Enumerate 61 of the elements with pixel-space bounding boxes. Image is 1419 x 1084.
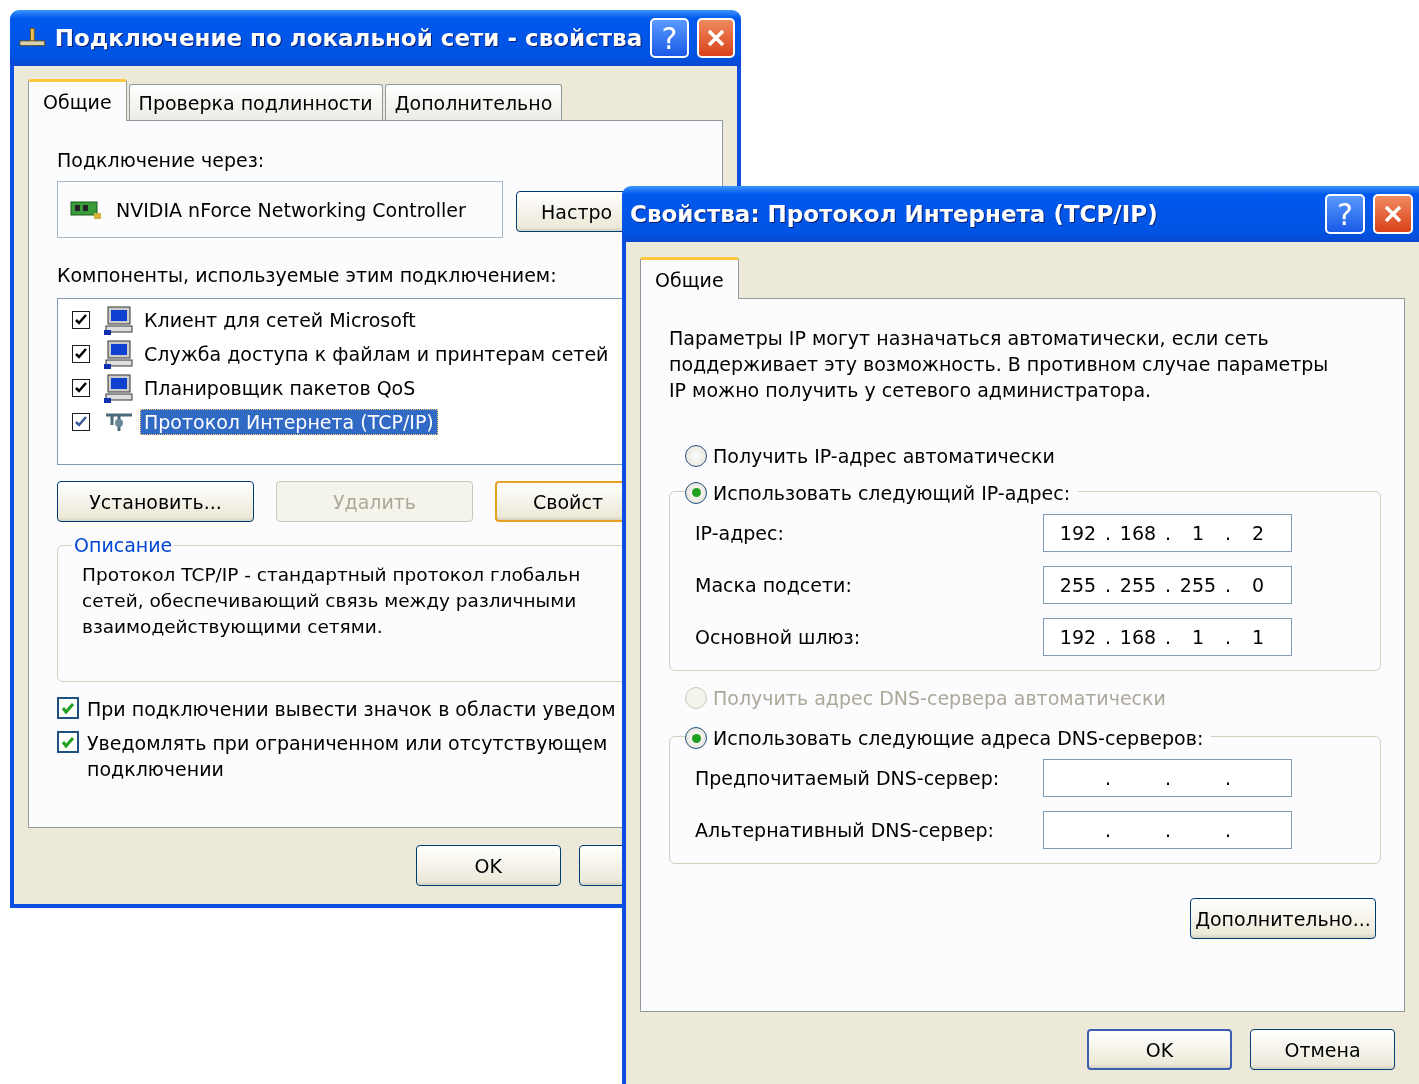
close-icon [1382, 203, 1404, 225]
checkbox[interactable] [57, 697, 79, 719]
field-label: IP-адрес: [695, 521, 784, 544]
radio-label: Получить IP-адрес автоматически [713, 445, 1055, 467]
radio-label: Использовать следующие адреса DNS-серверов: [713, 727, 1204, 749]
checkbox[interactable] [72, 311, 90, 329]
radio-button[interactable] [685, 727, 707, 749]
checkbox[interactable] [72, 413, 90, 431]
description-text: Протокол TCP/IP - стандартный протокол глобальн сетей, обеспечивающий связь между различными взаимодействующими сетями. [82, 563, 582, 639]
checkmark-icon [74, 347, 88, 361]
intro-text: Параметры IP могут назначаться автоматически, если сеть поддерживает эту возможность. В противном случае параметры IP можно получить у сетевого администратора. [669, 326, 1329, 403]
connect-label: Подключение через: [57, 149, 265, 171]
group-title: Описание [73, 534, 174, 556]
component-name[interactable]: Клиент для сетей Microsoft [140, 307, 420, 333]
close-button[interactable] [1373, 194, 1413, 234]
address-field[interactable]: . . . [1043, 811, 1292, 849]
checkmark-icon [74, 415, 88, 429]
address-field[interactable]: . . . [1043, 759, 1292, 797]
option-label: При подключении вывести значок в области уведом [87, 697, 616, 722]
field-label: Предпочитаемый DNS-сервер: [695, 767, 1000, 789]
radio-label: Получить адрес DNS-сервера автоматически [713, 686, 1166, 709]
component-name[interactable]: Протокол Интернета (TCP/IP) [140, 409, 438, 435]
component-name[interactable]: Служба доступа к файлам и принтерам сетей [140, 341, 613, 367]
adapter-name: NVIDIA nForce Networking Controller [116, 198, 466, 221]
computer-icon [104, 305, 134, 335]
dialog-button[interactable]: Установить... [57, 481, 254, 522]
checkmark-icon [60, 734, 76, 750]
network-icon [18, 27, 47, 49]
computer-icon [104, 339, 134, 369]
close-button[interactable] [696, 18, 735, 58]
computer-icon [104, 373, 134, 403]
checkbox[interactable] [57, 731, 79, 753]
cancel-button[interactable]: Отмена [1250, 1029, 1395, 1070]
ok-button[interactable]: OK [416, 845, 561, 886]
help-button[interactable]: ? [650, 18, 689, 58]
address-field[interactable]: 192 . 168 . 1 . 1 [1043, 617, 1292, 656]
tab[interactable]: Дополнительно [384, 84, 563, 120]
address-field[interactable]: 255 . 255 . 255 . 0 [1043, 565, 1292, 604]
checkmark-icon [74, 313, 88, 327]
window-title: Подключение по локальной сети - свойства [54, 25, 643, 51]
radio-button[interactable] [685, 445, 707, 467]
checkbox[interactable] [72, 379, 90, 397]
component-name[interactable]: Планировщик пакетов QoS [140, 375, 420, 401]
network-card-icon [70, 198, 102, 221]
field-label: Маска подсети: [695, 573, 852, 596]
help-button[interactable]: ? [1325, 194, 1365, 234]
components-label: Компоненты, используемые этим подключением: [57, 264, 557, 286]
field-label: Основной шлюз: [695, 625, 861, 648]
checkmark-icon [74, 381, 88, 395]
option-label: Уведомлять при ограниченном или отсутствующем подключении [87, 731, 609, 782]
radio-button[interactable] [685, 481, 707, 504]
field-label: Альтернативный DNS-сервер: [695, 819, 994, 841]
tab[interactable]: Общие [28, 79, 127, 121]
tab[interactable]: Проверка подлинности [128, 84, 383, 120]
ok-button[interactable]: OK [1087, 1029, 1232, 1070]
address-field[interactable]: 192 . 168 . 1 . 2 [1043, 513, 1292, 552]
advanced-button[interactable]: Дополнительно... [1190, 898, 1376, 939]
tab[interactable]: Общие [640, 257, 739, 299]
radio-label: Использовать следующий IP-адрес: [713, 481, 1071, 504]
checkbox[interactable] [72, 345, 90, 363]
checkmark-icon [60, 700, 76, 716]
